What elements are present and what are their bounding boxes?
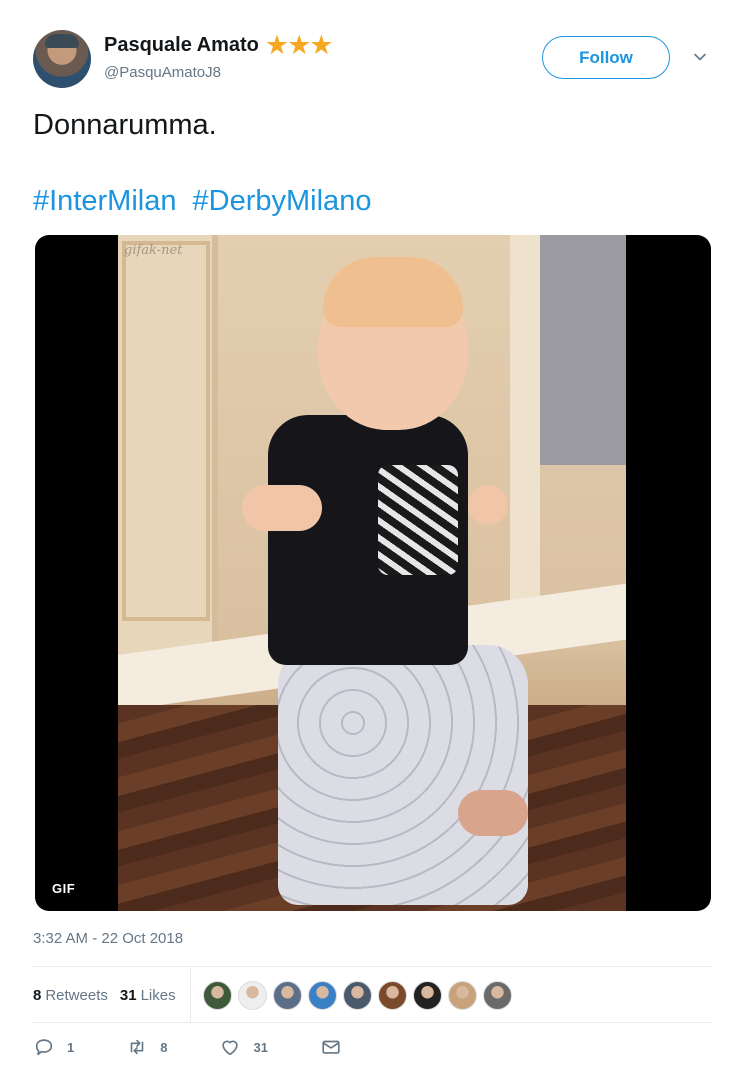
envelope-icon — [322, 1040, 340, 1054]
tweet-text: Donnarumma. — [33, 109, 217, 141]
retweets-label: Retweets — [45, 986, 108, 1004]
liker-avatar[interactable] — [447, 980, 477, 1010]
divider — [33, 966, 711, 967]
likes-stat[interactable]: 31 Likes — [120, 987, 176, 1004]
stats-separator — [189, 968, 191, 1022]
likes-count: 31 — [119, 986, 137, 1004]
tweet-actions: 1 8 31 — [33, 1036, 342, 1058]
gif-media[interactable]: gifak-net GIF — [35, 235, 711, 911]
hashtag-link[interactable]: #InterMilan — [33, 185, 176, 217]
like-button[interactable]: 31 — [219, 1036, 268, 1058]
gif-watermark: gifak-net — [124, 243, 183, 258]
retweet-count: 8 — [160, 1039, 168, 1055]
liker-avatar[interactable] — [237, 980, 267, 1010]
retweets-count: 8 — [33, 986, 42, 1004]
likes-label: Likes — [140, 986, 176, 1004]
liker-avatar[interactable] — [412, 980, 442, 1010]
liker-avatar[interactable] — [342, 980, 372, 1010]
like-count: 31 — [253, 1039, 268, 1055]
gif-badge: GIF — [45, 877, 83, 900]
author-display-name[interactable]: Pasquale Amato — [104, 34, 259, 57]
heart-icon — [222, 1040, 239, 1056]
liker-avatar[interactable] — [307, 980, 337, 1010]
liker-avatar[interactable] — [272, 980, 302, 1010]
chevron-down-icon[interactable] — [693, 50, 707, 64]
reply-button[interactable]: 1 — [33, 1036, 74, 1058]
tweet-hashtags: #InterMilan #DerbyMilano — [33, 184, 371, 219]
reply-icon — [35, 1039, 53, 1056]
author-name-row: Pasquale Amato ★★★ — [104, 30, 334, 60]
liker-avatar[interactable] — [377, 980, 407, 1010]
liker-avatars — [202, 980, 518, 1010]
liker-avatar[interactable] — [202, 980, 232, 1010]
retweet-icon — [130, 1039, 144, 1055]
divider — [33, 1022, 711, 1023]
reply-count: 1 — [67, 1039, 75, 1055]
liker-avatar[interactable] — [482, 980, 512, 1010]
author-handle[interactable]: @PasquAmatoJ8 — [104, 64, 221, 81]
retweet-button[interactable]: 8 — [126, 1036, 167, 1058]
gif-frame: gifak-net — [118, 235, 626, 911]
direct-message-button[interactable] — [320, 1036, 342, 1058]
tweet-header: Pasquale Amato ★★★ @PasquAmatoJ8 Follow — [33, 30, 717, 90]
hashtag-link[interactable]: #DerbyMilano — [193, 185, 372, 217]
follow-button[interactable]: Follow — [542, 36, 670, 79]
tweet-timestamp[interactable]: 3:32 AM - 22 Oct 2018 — [33, 930, 183, 947]
retweets-stat[interactable]: 8 Retweets — [33, 987, 108, 1004]
star-badge-icon: ★★★ — [264, 30, 334, 60]
tweet-stats: 8 Retweets 31 Likes — [33, 968, 711, 1022]
author-avatar[interactable] — [33, 30, 91, 88]
